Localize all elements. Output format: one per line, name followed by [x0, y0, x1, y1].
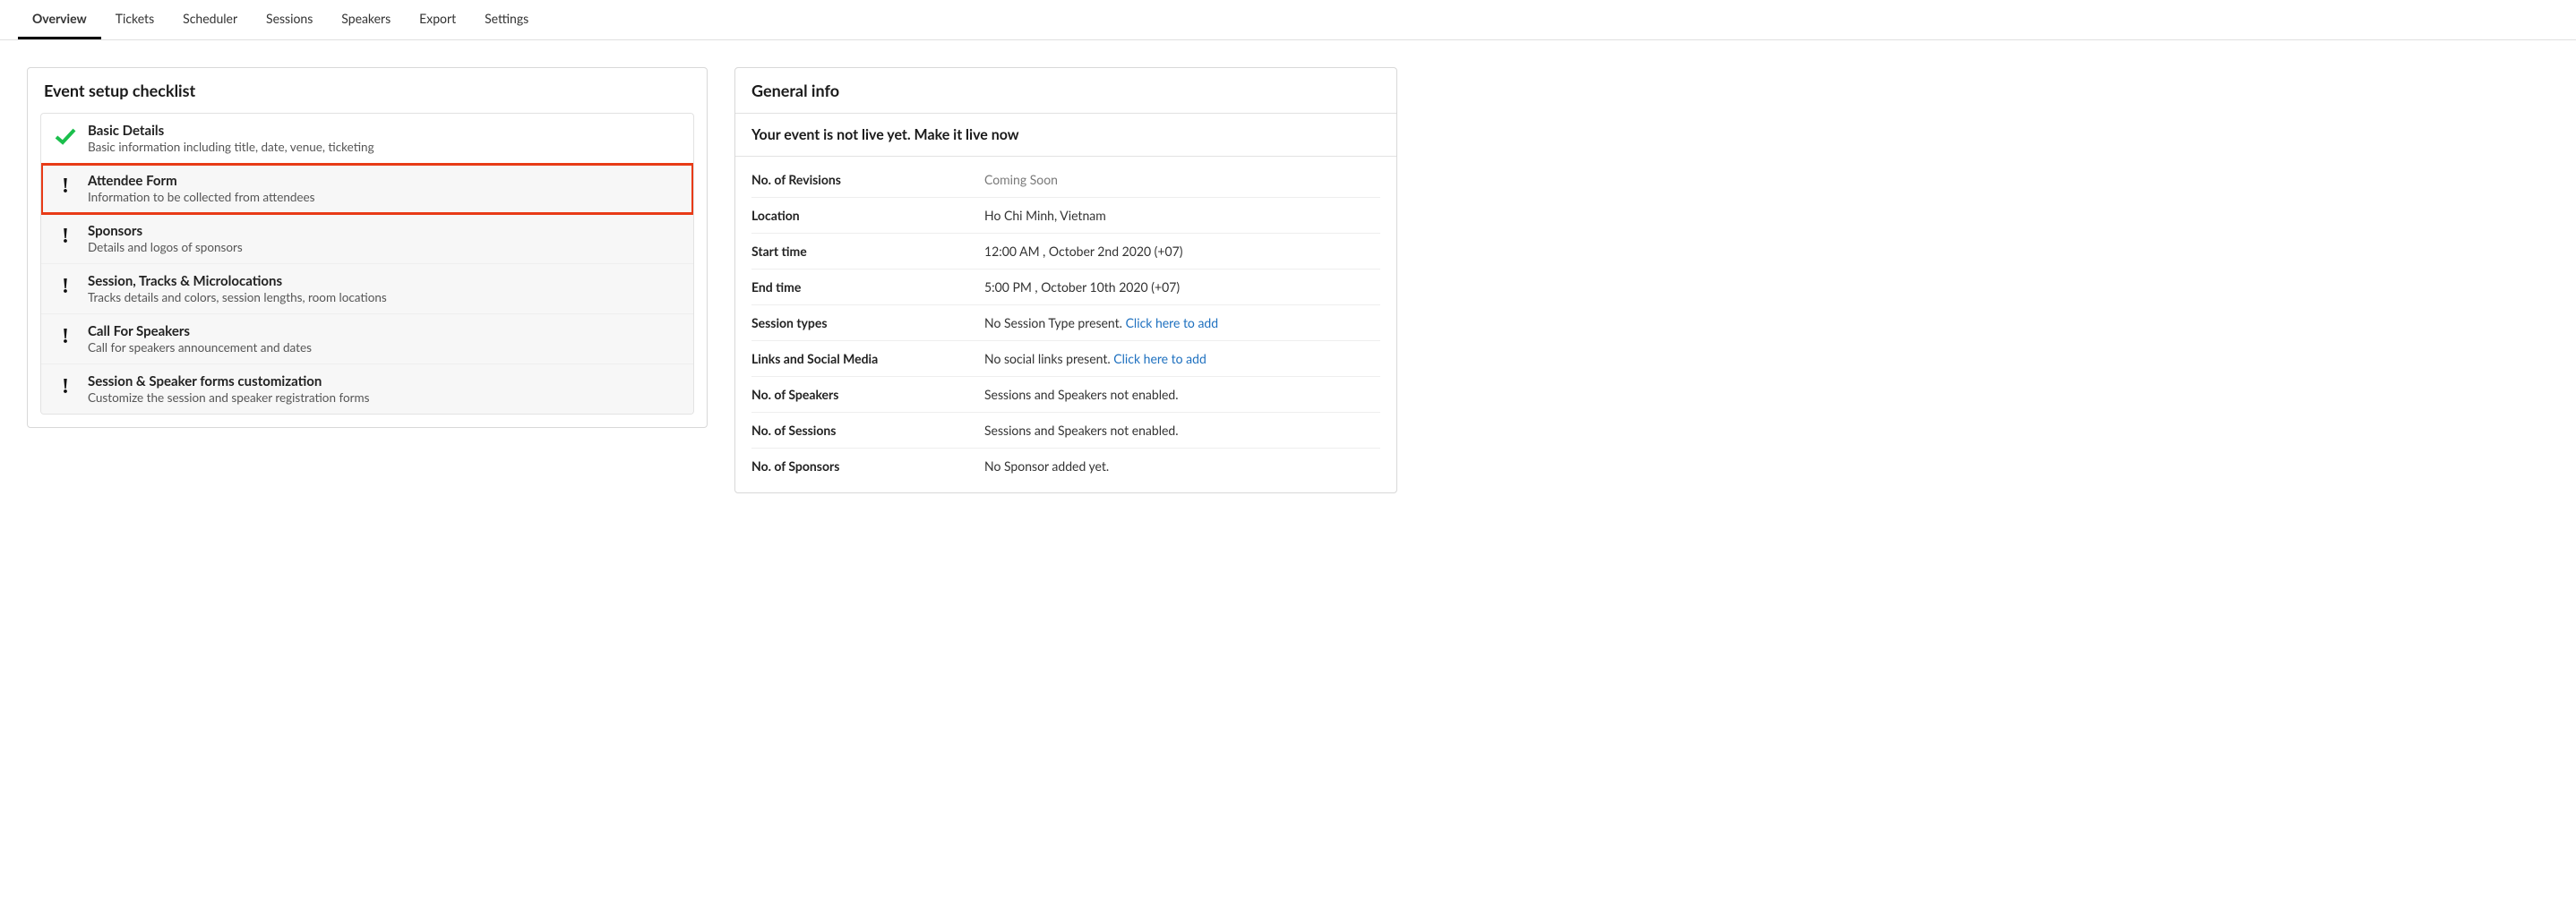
info-label: No. of Revisions — [751, 172, 984, 187]
info-label: No. of Sponsors — [751, 458, 984, 474]
info-value: No Sponsor added yet. — [984, 458, 1380, 474]
exclamation-icon: ! — [54, 175, 77, 198]
info-row: End time5:00 PM , October 10th 2020 (+07… — [751, 270, 1380, 305]
checklist-body: Basic DetailsBasic information including… — [28, 113, 707, 427]
info-row: No. of SessionsSessions and Speakers not… — [751, 413, 1380, 449]
tab-overview[interactable]: Overview — [18, 0, 101, 39]
checklist-item-title: Session & Speaker forms customization — [88, 373, 369, 389]
checklist-item-desc: Information to be collected from attende… — [88, 190, 315, 204]
general-info-header: General info — [735, 68, 1396, 114]
info-row: No. of RevisionsComing Soon — [751, 162, 1380, 198]
checklist-item-title: Sponsors — [88, 223, 243, 239]
info-row: No. of SponsorsNo Sponsor added yet. — [751, 449, 1380, 483]
info-label: Session types — [751, 315, 984, 330]
info-value: Sessions and Speakers not enabled. — [984, 423, 1380, 438]
checklist-item[interactable]: ! Session, Tracks & MicrolocationsTracks … — [41, 264, 693, 314]
checklist-item-desc: Basic information including title, date,… — [88, 140, 374, 154]
main-content: Event setup checklist Basic DetailsBasic… — [0, 40, 2576, 520]
checklist-item[interactable]: ! Call For SpeakersCall for speakers anno… — [41, 314, 693, 364]
info-label: No. of Speakers — [751, 387, 984, 402]
tab-speakers[interactable]: Speakers — [327, 0, 405, 39]
tab-export[interactable]: Export — [405, 0, 470, 39]
check-icon — [54, 124, 77, 148]
info-value: 5:00 PM , October 10th 2020 (+07) — [984, 279, 1380, 295]
exclamation-icon: ! — [54, 225, 77, 248]
info-link[interactable]: Click here to add — [1113, 351, 1206, 366]
info-label: Location — [751, 208, 984, 223]
info-value: Sessions and Speakers not enabled. — [984, 387, 1380, 402]
info-value: Ho Chi Minh, Vietnam — [984, 208, 1380, 223]
exclamation-icon: ! — [54, 325, 77, 348]
checklist-item-text: Session, Tracks & MicrolocationsTracks d… — [88, 273, 387, 304]
info-row: LocationHo Chi Minh, Vietnam — [751, 198, 1380, 234]
checklist-item-desc: Customize the session and speaker regist… — [88, 390, 369, 405]
checklist-item-desc: Tracks details and colors, session lengt… — [88, 290, 387, 304]
checklist-item[interactable]: ! Session & Speaker forms customizationCu… — [41, 364, 693, 414]
info-value: No Session Type present. Click here to a… — [984, 315, 1380, 330]
checklist-item-text: Basic DetailsBasic information including… — [88, 123, 374, 154]
tabs-nav: OverviewTicketsSchedulerSessionsSpeakers… — [0, 0, 2576, 40]
tab-scheduler[interactable]: Scheduler — [168, 0, 252, 39]
checklist-item-desc: Call for speakers announcement and dates — [88, 340, 312, 355]
info-row: No. of SpeakersSessions and Speakers not… — [751, 377, 1380, 413]
info-label: End time — [751, 279, 984, 295]
checklist-item-text: Session & Speaker forms customizationCus… — [88, 373, 369, 405]
tab-settings[interactable]: Settings — [470, 0, 543, 39]
tab-sessions[interactable]: Sessions — [252, 0, 327, 39]
checklist-panel: Event setup checklist Basic DetailsBasic… — [27, 67, 708, 428]
tab-tickets[interactable]: Tickets — [101, 0, 168, 39]
exclamation-icon: ! — [54, 375, 77, 398]
checklist-item-text: Attendee FormInformation to be collected… — [88, 173, 315, 204]
info-list: No. of RevisionsComing SoonLocationHo Ch… — [735, 157, 1396, 492]
info-label: No. of Sessions — [751, 423, 984, 438]
info-row: Session typesNo Session Type present. Cl… — [751, 305, 1380, 341]
checklist-item-title: Basic Details — [88, 123, 374, 139]
info-value: Coming Soon — [984, 172, 1380, 187]
checklist-item-text: Call For SpeakersCall for speakers annou… — [88, 323, 312, 355]
info-value: No social links present. Click here to a… — [984, 351, 1380, 366]
checklist-item[interactable]: Basic DetailsBasic information including… — [41, 114, 693, 164]
checklist-item-title: Session, Tracks & Microlocations — [88, 273, 387, 289]
info-value: 12:00 AM , October 2nd 2020 (+07) — [984, 244, 1380, 259]
checklist-item-title: Attendee Form — [88, 173, 315, 189]
checklist-item[interactable]: ! Attendee FormInformation to be collecte… — [41, 164, 693, 214]
checklist-header: Event setup checklist — [28, 68, 707, 113]
info-link[interactable]: Click here to add — [1126, 315, 1219, 330]
checklist-item-title: Call For Speakers — [88, 323, 312, 339]
live-status-row[interactable]: Your event is not live yet. Make it live… — [735, 114, 1396, 157]
info-label: Links and Social Media — [751, 351, 984, 366]
info-label: Start time — [751, 244, 984, 259]
info-row: Links and Social MediaNo social links pr… — [751, 341, 1380, 377]
checklist-item-desc: Details and logos of sponsors — [88, 240, 243, 254]
checklist-item[interactable]: ! SponsorsDetails and logos of sponsors — [41, 214, 693, 264]
info-row: Start time12:00 AM , October 2nd 2020 (+… — [751, 234, 1380, 270]
checklist-item-text: SponsorsDetails and logos of sponsors — [88, 223, 243, 254]
checklist-wrap: Basic DetailsBasic information including… — [40, 113, 694, 415]
exclamation-icon: ! — [54, 275, 77, 298]
general-info-panel: General info Your event is not live yet.… — [734, 67, 1397, 493]
